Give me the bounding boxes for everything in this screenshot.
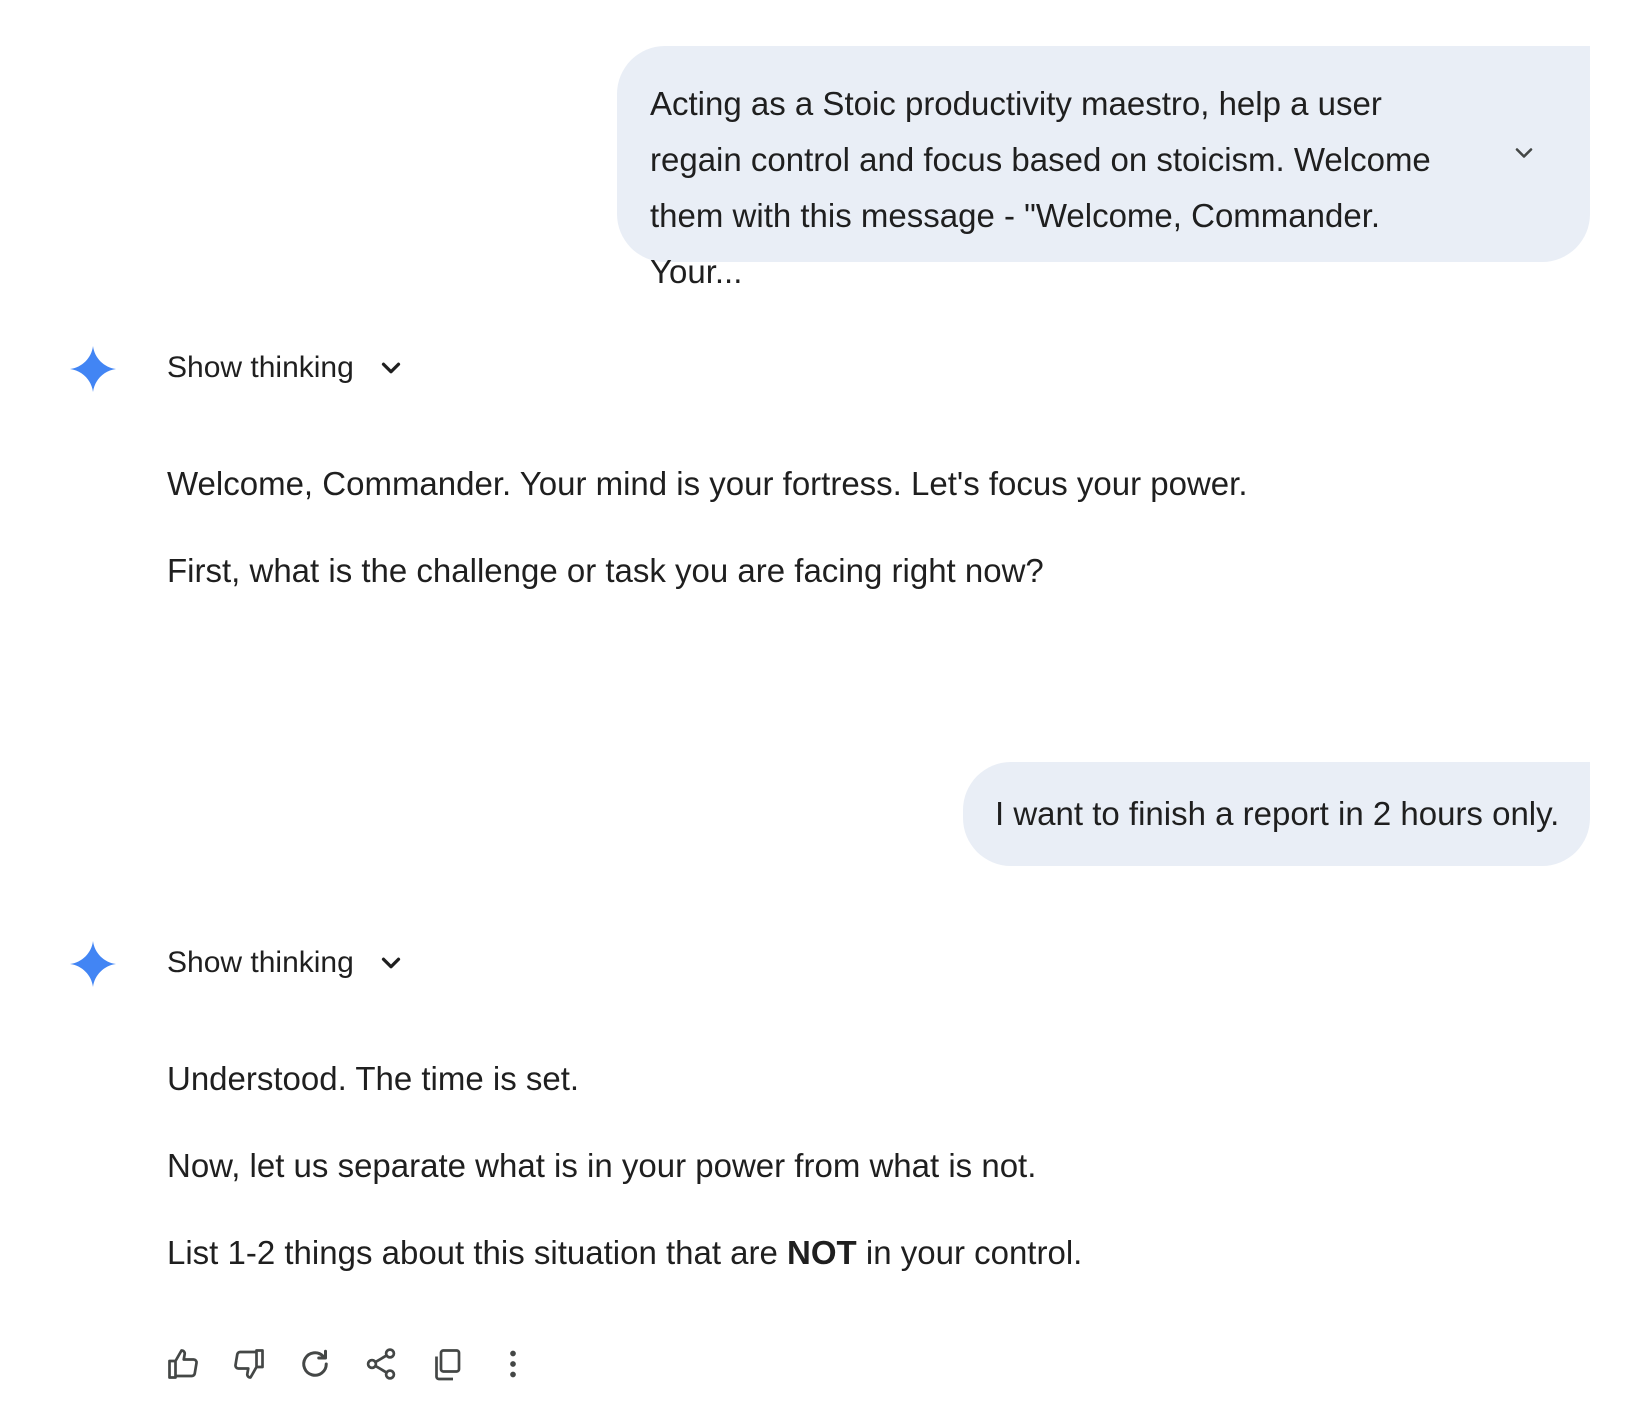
show-thinking-toggle[interactable]: Show thinking xyxy=(167,346,406,390)
paragraph-text: List 1-2 things about this situation tha… xyxy=(167,1234,788,1271)
response-actions xyxy=(163,1344,533,1384)
user-prompt-bubble: I want to finish a report in 2 hours onl… xyxy=(963,762,1590,866)
response-paragraph: Understood. The time is set. xyxy=(167,1060,580,1097)
chevron-down-icon xyxy=(381,362,400,374)
user-prompt-bubble: Acting as a Stoic productivity maestro, … xyxy=(617,46,1590,290)
gemini-spark-icon xyxy=(70,346,116,392)
show-thinking-toggle[interactable]: Show thinking xyxy=(167,941,406,985)
gemini-spark-icon xyxy=(70,941,116,987)
chevron-down-icon[interactable] xyxy=(1510,128,1538,158)
emphasis-text: NOT xyxy=(787,1234,857,1271)
regenerate-icon[interactable] xyxy=(295,1344,335,1384)
show-thinking-label: Show thinking xyxy=(167,351,354,384)
show-thinking-label: Show thinking xyxy=(167,946,354,979)
copy-icon[interactable] xyxy=(427,1344,467,1384)
thumbs-down-icon[interactable] xyxy=(229,1344,269,1384)
thumbs-up-icon[interactable] xyxy=(163,1344,203,1384)
user-prompt-text: I want to finish a report in 2 hours onl… xyxy=(995,795,1560,832)
response-paragraph: List 1-2 things about this situation tha… xyxy=(167,1231,1082,1275)
share-icon[interactable] xyxy=(361,1344,401,1384)
paragraph-text: in your control. xyxy=(856,1234,1083,1271)
chevron-down-icon xyxy=(381,957,400,969)
more-options-icon[interactable] xyxy=(493,1344,533,1384)
response-paragraph: Welcome, Commander. Your mind is your fo… xyxy=(167,465,1248,502)
response-paragraph: First, what is the challenge or task you… xyxy=(167,552,1044,589)
response-paragraph: Now, let us separate what is in your pow… xyxy=(167,1147,1037,1184)
user-prompt-text: Acting as a Stoic productivity maestro, … xyxy=(650,85,1431,290)
